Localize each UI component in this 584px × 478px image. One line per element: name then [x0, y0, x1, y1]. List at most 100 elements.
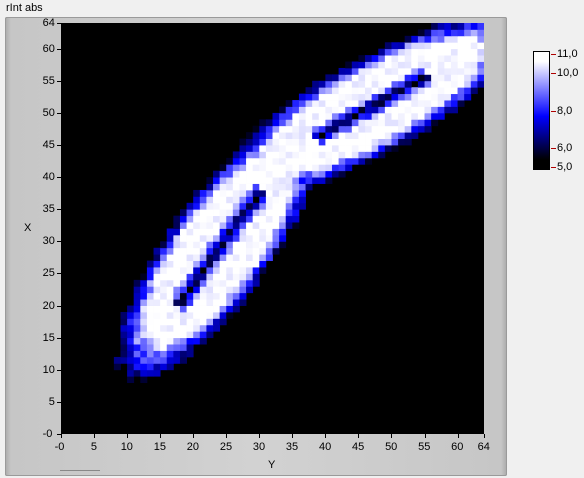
heatmap-cell — [259, 119, 267, 127]
heatmap-cell — [312, 119, 320, 127]
heatmap-cell — [384, 145, 392, 152]
heatmap-cell — [265, 202, 273, 210]
heatmap-cell — [265, 170, 273, 178]
heatmap-cell — [437, 55, 445, 62]
y-tick-label: 30 — [42, 235, 55, 248]
heatmap-cell — [312, 106, 320, 114]
heatmap-cell — [179, 318, 187, 326]
heatmap-cell — [431, 42, 439, 50]
heatmap-cell — [173, 292, 181, 300]
heatmap-cell — [186, 234, 194, 242]
heatmap-cell — [279, 106, 287, 114]
heatmap-cell — [331, 93, 339, 101]
heatmap-cell — [193, 273, 201, 281]
heatmap-cell — [213, 286, 221, 294]
heatmap-cell — [365, 119, 373, 127]
heatmap-cell — [186, 247, 194, 255]
heatmap-cell — [305, 138, 313, 146]
heatmap-cell — [219, 299, 227, 306]
heatmap-cell — [437, 42, 445, 50]
heatmap-cell — [450, 42, 458, 50]
heatmap-cell — [226, 305, 234, 313]
heatmap-cell — [226, 222, 234, 229]
heatmap-cell — [179, 273, 187, 281]
colorbar[interactable] — [533, 51, 550, 170]
heatmap-cell — [358, 106, 366, 114]
heatmap-cell — [213, 234, 221, 242]
heatmap-cell — [292, 138, 300, 146]
heatmap-cell — [140, 318, 148, 326]
heatmap-cell — [398, 100, 406, 107]
heatmap-cell — [265, 228, 273, 236]
heatmap-cell — [259, 254, 267, 262]
heatmap-cell — [437, 112, 445, 120]
heatmap-cell — [411, 100, 419, 107]
heatmap-cell — [206, 202, 214, 210]
y-tick-mark — [57, 241, 61, 243]
heatmap-cell — [371, 151, 379, 159]
resize-grip — [60, 470, 100, 474]
heatmap-cell — [146, 363, 154, 371]
intensity-plot[interactable] — [61, 23, 484, 434]
heatmap-cell — [345, 157, 353, 165]
x-axis-title: Y — [268, 459, 276, 471]
heatmap-cell — [404, 55, 412, 62]
heatmap-cell — [246, 247, 254, 255]
heatmap-cell — [259, 260, 267, 268]
heatmap-cell — [127, 376, 135, 384]
heatmap-cell — [186, 318, 194, 326]
heatmap-cell — [312, 93, 320, 101]
heatmap-cell — [166, 247, 174, 255]
heatmap-cell — [239, 145, 247, 152]
heatmap-cell — [437, 74, 445, 82]
heatmap-cell — [120, 311, 128, 319]
heatmap-cell — [272, 215, 280, 223]
heatmap-cell — [464, 55, 472, 62]
heatmap-cell — [450, 35, 458, 43]
heatmap-cell — [246, 157, 254, 165]
heatmap-cell — [179, 337, 187, 345]
heatmap-cell — [239, 209, 247, 217]
heatmap-cell — [160, 305, 168, 313]
heatmap-cell — [338, 112, 346, 120]
heatmap-cell — [173, 247, 181, 255]
heatmap-cell — [417, 119, 425, 127]
heatmap-cell — [470, 48, 478, 56]
heatmap-cell — [173, 299, 181, 306]
heatmap-cell — [140, 299, 148, 306]
heatmap-cell — [259, 177, 267, 184]
heatmap-cell — [232, 305, 240, 313]
heatmap-cell — [325, 151, 333, 159]
heatmap-cell — [318, 93, 326, 101]
heatmap-cell — [160, 260, 168, 268]
x-tick-label: 40 — [318, 441, 332, 453]
heatmap-cell — [279, 234, 287, 242]
heatmap-cell — [464, 42, 472, 50]
heatmap-cell — [404, 74, 412, 82]
heatmap-cell — [199, 228, 207, 236]
heatmap-cell — [325, 132, 333, 139]
heatmap-cell — [173, 324, 181, 332]
heatmap-cell — [318, 157, 326, 165]
heatmap-cell — [345, 61, 353, 69]
heatmap-cell — [285, 215, 293, 223]
heatmap-cell — [391, 100, 399, 107]
heatmap-cell — [232, 157, 240, 165]
heatmap-cell — [173, 234, 181, 242]
heatmap-cell — [219, 273, 227, 281]
y-tick-label: 45 — [42, 139, 55, 152]
heatmap-cell — [166, 305, 174, 313]
heatmap-cell — [265, 183, 273, 191]
heatmap-cell — [378, 132, 386, 139]
heatmap-cell — [345, 145, 353, 152]
heatmap-cell — [384, 80, 392, 88]
heatmap-cell — [133, 344, 141, 351]
heatmap-cell — [345, 112, 353, 120]
heatmap-cell — [338, 74, 346, 82]
heatmap-cell — [351, 61, 359, 69]
heatmap-cell — [305, 164, 313, 172]
heatmap-cell — [437, 100, 445, 107]
heatmap-cell — [133, 324, 141, 332]
heatmap-cell — [179, 222, 187, 229]
heatmap-cell — [173, 279, 181, 287]
